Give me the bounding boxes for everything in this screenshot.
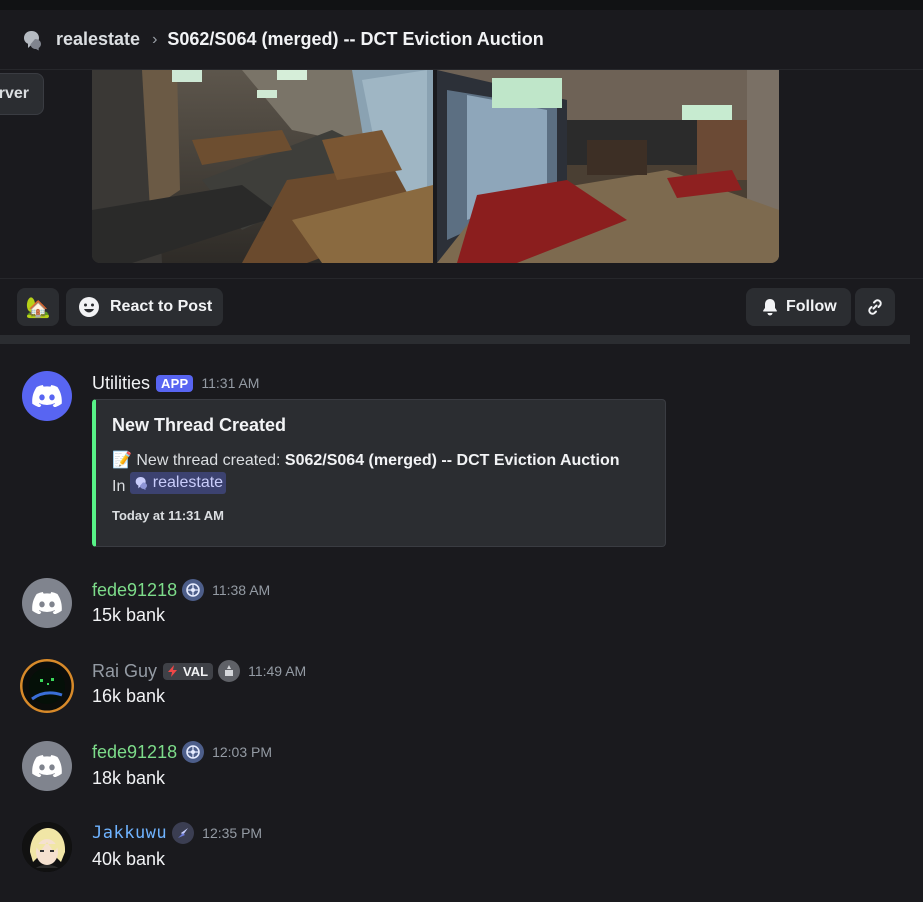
compass-icon — [178, 828, 189, 838]
wheel-icon — [186, 583, 200, 597]
wheel-icon — [186, 745, 200, 759]
lightning-icon — [168, 665, 178, 677]
embed-desc-prefix: New thread created: — [136, 452, 285, 469]
discord-logo-icon — [32, 592, 62, 614]
role-icon — [218, 660, 241, 682]
divider — [0, 278, 923, 279]
post-image-2[interactable] — [437, 70, 779, 263]
timestamp: 11:31 AM — [201, 375, 260, 391]
window-top-strip — [0, 0, 923, 10]
avatar-image — [22, 822, 72, 872]
thread-header: realestate › S062/S064 (merged) -- DCT E… — [0, 10, 923, 70]
forum-channel-icon — [135, 477, 147, 490]
post-separator-bar — [0, 335, 910, 344]
message-header: Jakkuwu 12:35 PM — [92, 821, 262, 845]
embed-in-label: In — [112, 478, 126, 495]
guild-tag[interactable]: VAL — [163, 662, 214, 680]
discord-logo-icon — [32, 755, 62, 777]
tooltip: rver — [0, 73, 44, 115]
username[interactable]: fede91218 — [92, 580, 177, 601]
tooltip-text: rver — [0, 85, 29, 102]
avatar[interactable] — [20, 659, 74, 713]
timestamp: 11:38 AM — [212, 582, 271, 598]
role-icon — [182, 741, 205, 763]
follow-button[interactable]: Follow — [746, 288, 851, 326]
message-content: 15k bank — [92, 605, 166, 625]
capitol-icon — [225, 665, 234, 676]
embed-title: New Thread Created — [112, 415, 287, 435]
timestamp: 11:49 AM — [248, 663, 307, 679]
role-icon — [182, 579, 205, 601]
bell-icon — [763, 299, 777, 316]
link-icon — [868, 299, 882, 315]
react-to-post-button[interactable]: React to Post — [66, 288, 224, 326]
message-header: Rai Guy VAL 11:49 AM — [92, 659, 306, 683]
message-content: 40k bank — [92, 849, 166, 869]
embed-footer: Today at 11:31 AM — [112, 508, 224, 523]
reaction-house-emoji[interactable]: 🏡 — [17, 288, 59, 326]
message-header: fede91218 12:03 PM — [92, 740, 272, 764]
timestamp: 12:03 PM — [212, 744, 273, 760]
message-header: fede91218 11:38 AM — [92, 578, 270, 602]
embed-thread-name: S062/S064 (merged) -- DCT Eviction Aucti… — [284, 452, 620, 469]
thread-title: S062/S064 (merged) -- DCT Eviction Aucti… — [167, 29, 544, 49]
avatar-image — [20, 659, 74, 713]
embed-description: 📝 New thread created: S062/S064 (merged)… — [112, 450, 657, 498]
channel-mention-label: realestate — [152, 474, 224, 491]
avatar[interactable] — [22, 578, 72, 628]
avatar[interactable] — [22, 371, 72, 421]
smile-icon — [79, 297, 99, 317]
username[interactable]: Utilities — [92, 373, 150, 394]
minecraft-interior-image-1 — [92, 70, 433, 263]
avatar[interactable] — [22, 822, 72, 872]
breadcrumb-separator: › — [152, 30, 158, 48]
message-header: Utilities APP 11:31 AM — [92, 371, 259, 395]
copy-link-button[interactable] — [855, 288, 895, 326]
username[interactable]: Jakkuwu — [92, 823, 167, 843]
username[interactable]: fede91218 — [92, 742, 177, 763]
discord-logo-icon — [32, 385, 62, 407]
guild-tag-label: VAL — [183, 663, 209, 679]
message-content: 18k bank — [92, 768, 166, 788]
timestamp: 12:35 PM — [202, 825, 263, 841]
avatar[interactable] — [22, 741, 72, 791]
post-image-1[interactable] — [92, 70, 433, 263]
react-label: React to Post — [110, 298, 213, 315]
house-emoji: 🏡 — [25, 296, 51, 319]
breadcrumb-channel[interactable]: realestate — [56, 29, 140, 50]
role-icon — [172, 822, 195, 844]
follow-label: Follow — [786, 298, 837, 315]
username[interactable]: Rai Guy — [92, 661, 157, 682]
minecraft-interior-image-2 — [437, 70, 779, 263]
embed-card: New Thread Created 📝 New thread created:… — [92, 399, 666, 547]
image-gallery — [92, 70, 779, 263]
app-badge: APP — [156, 374, 194, 392]
message-content: 16k bank — [92, 686, 166, 706]
forum-channel-icon — [24, 30, 41, 50]
channel-mention[interactable]: realestate — [129, 472, 227, 494]
memo-emoji: 📝 — [112, 452, 132, 469]
post-actions: 🏡 React to Post Follow — [17, 288, 897, 326]
